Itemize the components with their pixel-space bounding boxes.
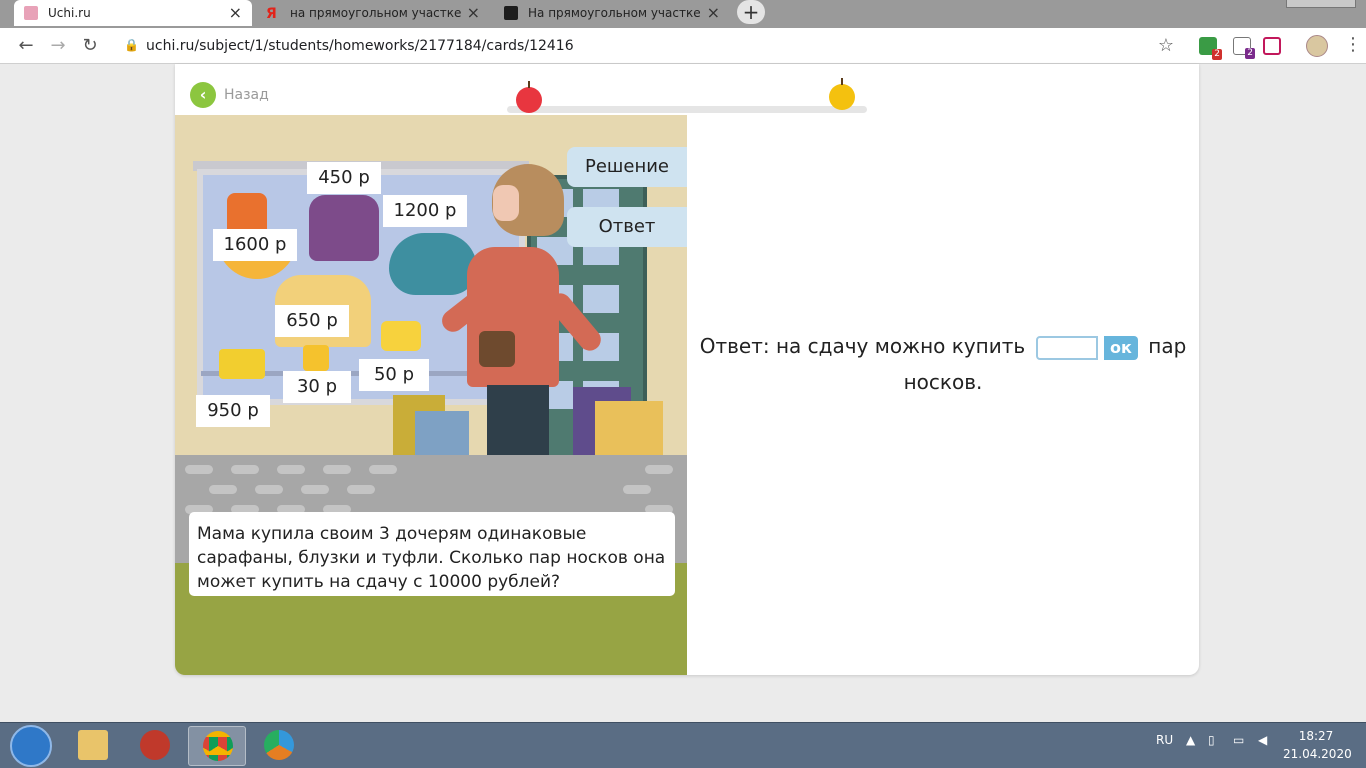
os-taskbar: RU ▲ ▯ ▭ ◀ 18:27 21.04.2020 — [0, 722, 1366, 768]
tray-expand-icon[interactable]: ▲ — [1186, 733, 1195, 747]
ok-button[interactable]: ок — [1103, 335, 1138, 360]
forward-arrow-icon[interactable]: → — [46, 34, 70, 58]
answer-input[interactable] — [1035, 335, 1098, 360]
window-controls[interactable] — [1286, 0, 1356, 8]
lesson-card: ‹ Назад 1600 р 450 р 1200 р 650 р 30 р 5… — [175, 64, 1199, 675]
orange-icon — [829, 78, 855, 110]
shop-illustration: 1600 р 450 р 1200 р 650 р 30 р 50 р 950 … — [175, 115, 687, 675]
shoulder-bag-item — [479, 331, 515, 367]
tab-title: на прямоугольном участке постро — [290, 6, 465, 20]
lock-icon: 🔒 — [124, 38, 139, 52]
tab-uchi[interactable]: Uchi.ru × — [14, 0, 252, 26]
uchi-favicon-icon — [24, 6, 38, 20]
profile-avatar[interactable] — [1306, 35, 1328, 57]
tab-title: Uchi.ru — [48, 6, 91, 20]
tab-yandex[interactable]: Я на прямоугольном участке постро × — [256, 0, 490, 26]
price-tag-socks: 50 р — [359, 359, 429, 391]
shoes-item — [219, 349, 265, 379]
folder-icon — [78, 730, 108, 760]
close-icon[interactable]: × — [707, 4, 720, 22]
price-tag-blouse: 650 р — [275, 305, 349, 337]
znanija-favicon-icon — [504, 6, 518, 20]
answer-area: Ответ: на сдачу можно купить ок пар носк… — [687, 328, 1199, 400]
price-tag-bow: 30 р — [283, 371, 351, 403]
volume-icon[interactable]: ◀ — [1258, 733, 1267, 747]
taskbar-explorer[interactable] — [64, 726, 122, 766]
answer-suffix-unit: пар — [1148, 334, 1187, 358]
new-tab-button[interactable]: + — [737, 0, 765, 24]
vest-item — [309, 195, 379, 261]
network-icon[interactable]: ▭ — [1233, 733, 1244, 747]
system-clock[interactable]: 18:27 21.04.2020 — [1283, 727, 1352, 763]
extension-pocket-icon[interactable] — [1263, 37, 1281, 55]
apple-icon — [516, 81, 542, 113]
bow-item — [303, 345, 329, 371]
taskbar-app-star[interactable] — [126, 726, 184, 766]
chrome-icon — [203, 731, 233, 761]
price-tag-shoes: 950 р — [196, 395, 270, 427]
extension-shield-icon[interactable]: 2 — [1199, 37, 1222, 60]
close-icon[interactable]: × — [229, 4, 242, 22]
socks-item — [381, 321, 421, 351]
taskbar-chrome[interactable] — [188, 726, 246, 766]
language-indicator[interactable]: RU — [1156, 733, 1173, 747]
chevron-left-icon: ‹ — [190, 82, 216, 108]
price-tag-vest: 450 р — [307, 162, 381, 194]
usb-icon[interactable]: ▯ — [1208, 733, 1215, 747]
skirt-item — [389, 233, 477, 295]
reload-icon[interactable]: ↻ — [78, 34, 102, 58]
problem-text: Мама купила своим 3 дочерям одинаковые с… — [189, 512, 675, 596]
swirl-app-icon — [264, 730, 294, 760]
price-tag-dress: 1600 р — [213, 229, 297, 261]
red-star-icon — [140, 730, 170, 760]
taskbar-app-swirl[interactable] — [250, 726, 308, 766]
tab-strip: Uchi.ru × Я на прямоугольном участке пос… — [0, 0, 1366, 28]
url-text: uchi.ru/subject/1/students/homeworks/217… — [146, 38, 574, 54]
tab-znanija[interactable]: На прямоугольном участке постро × — [494, 0, 730, 26]
price-tag-skirt: 1200 р — [383, 195, 467, 227]
kebab-menu-icon[interactable]: ⋮ — [1344, 34, 1362, 55]
address-bar[interactable]: 🔒 uchi.ru/subject/1/students/homeworks/2… — [114, 32, 1184, 60]
back-label: Назад — [224, 87, 269, 103]
answer-suffix-noun: носков. — [903, 370, 983, 394]
woman-face — [493, 185, 519, 221]
yandex-favicon-icon: Я — [266, 6, 277, 22]
bookmark-star-icon[interactable]: ☆ — [1158, 35, 1174, 56]
answer-prefix: Ответ: на сдачу можно купить — [699, 334, 1026, 358]
tab-title: На прямоугольном участке постро — [528, 6, 703, 20]
clock-time: 18:27 — [1298, 729, 1334, 743]
clock-date: 21.04.2020 — [1283, 747, 1352, 761]
progress-track — [507, 106, 867, 113]
windows-start-icon[interactable] — [10, 725, 52, 767]
answer-tab[interactable]: Ответ — [567, 207, 687, 247]
extension-screenshot-icon[interactable]: 2 — [1233, 37, 1255, 59]
back-link[interactable]: ‹ Назад — [190, 82, 269, 108]
solution-tab[interactable]: Решение — [567, 147, 687, 187]
back-arrow-icon[interactable]: ← — [14, 34, 38, 58]
browser-toolbar: ← → ↻ 🔒 uchi.ru/subject/1/students/homew… — [0, 28, 1366, 64]
close-icon[interactable]: × — [467, 4, 480, 22]
